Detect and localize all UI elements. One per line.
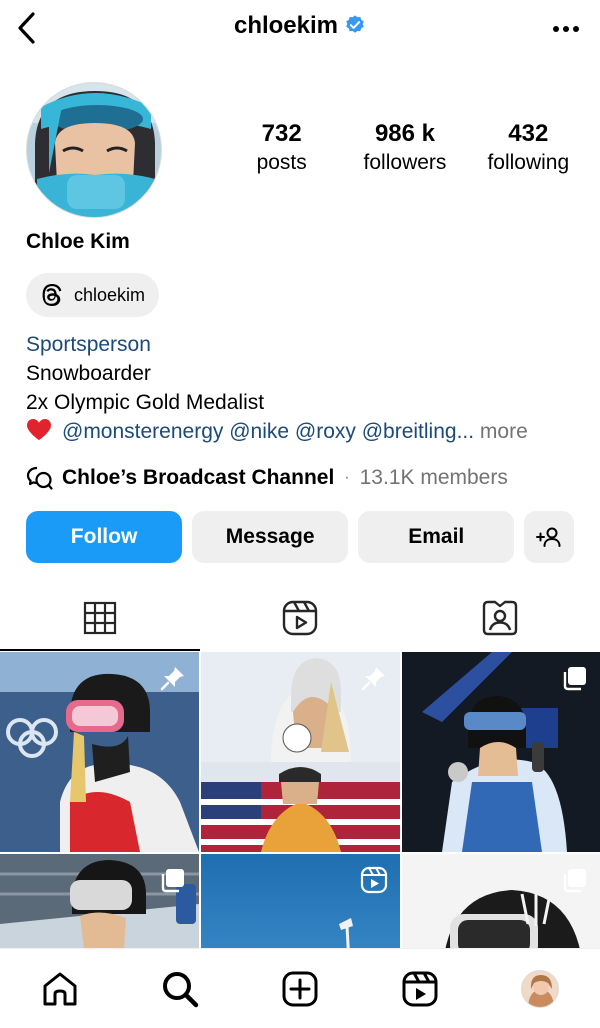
tab-reels[interactable] xyxy=(200,585,400,651)
following-count: 432 xyxy=(508,120,549,147)
profile-name: Chloe Kim xyxy=(26,230,130,253)
post-thumbnail[interactable] xyxy=(201,652,400,852)
profile-stats: 732 posts 986 k followers 432 following xyxy=(220,120,590,178)
stat-followers[interactable]: 986 k followers xyxy=(343,120,466,178)
suggested-users-button[interactable] xyxy=(524,511,574,563)
carousel-icon xyxy=(161,869,184,893)
carousel-icon xyxy=(563,667,586,691)
profile-avatar-small xyxy=(521,969,559,1008)
broadcast-members: 13.1K members xyxy=(359,466,508,489)
verified-badge-icon xyxy=(346,15,364,33)
broadcast-channel-link[interactable]: Chloe’s Broadcast Channel · 13.1K member… xyxy=(26,465,508,491)
tagged-icon xyxy=(482,600,518,636)
message-button[interactable]: Message xyxy=(192,511,349,563)
followers-label: followers xyxy=(363,151,447,174)
more-options-button[interactable] xyxy=(550,18,582,40)
profile-bio: Sportsperson Snowboarder 2x Olympic Gold… xyxy=(26,330,528,446)
profile-actions: Follow Message Email xyxy=(26,511,574,563)
nav-profile[interactable] xyxy=(510,959,570,1019)
nav-reels[interactable] xyxy=(390,959,450,1019)
tab-posts[interactable] xyxy=(0,585,200,651)
bio-more-link[interactable]: more xyxy=(474,420,528,443)
avatar-image xyxy=(27,83,161,217)
red-heart-icon xyxy=(27,419,51,440)
followers-count: 986 k xyxy=(374,120,436,147)
reel-icon xyxy=(360,866,388,894)
profile-tabs xyxy=(0,585,600,651)
bio-line-2: 2x Olympic Gold Medalist xyxy=(26,391,265,414)
post-thumbnail[interactable] xyxy=(402,652,600,852)
create-icon xyxy=(282,971,318,1006)
bio-line-3: @monsterenergy @nike @roxy @breitling...… xyxy=(26,417,528,446)
profile-username-header: chloekim xyxy=(0,12,600,40)
posts-label: posts xyxy=(256,151,307,174)
follow-button[interactable]: Follow xyxy=(26,511,183,563)
posts-count: 732 xyxy=(261,120,302,147)
nav-search[interactable] xyxy=(150,959,210,1019)
pin-icon xyxy=(160,667,184,691)
post-thumbnail[interactable] xyxy=(0,652,199,852)
profile-avatar[interactable] xyxy=(26,82,162,218)
home-icon xyxy=(43,972,77,1005)
stat-posts[interactable]: 732 posts xyxy=(220,120,343,178)
reels-icon xyxy=(402,971,438,1006)
carousel-icon xyxy=(563,869,586,893)
grid-icon xyxy=(83,601,117,635)
search-icon xyxy=(163,971,199,1007)
profile-category: Sportsperson xyxy=(26,333,151,356)
reels-icon xyxy=(282,600,318,636)
bio-mentions[interactable]: @monsterenergy @nike @roxy @breitling... xyxy=(62,420,474,443)
header-username: chloekim xyxy=(233,12,339,39)
nav-create[interactable] xyxy=(270,959,330,1019)
bio-line-1: Snowboarder xyxy=(26,362,151,385)
top-bar: chloekim xyxy=(0,0,600,58)
stat-following[interactable]: 432 following xyxy=(467,120,590,178)
threads-handle: chloekim xyxy=(74,284,146,305)
email-button[interactable]: Email xyxy=(358,511,515,563)
more-horizontal-icon xyxy=(553,26,579,32)
pin-icon xyxy=(361,667,385,691)
bottom-navigation xyxy=(0,948,600,1028)
broadcast-separator: · xyxy=(344,469,350,486)
following-label: following xyxy=(487,151,570,174)
threads-link[interactable]: chloekim xyxy=(26,273,160,317)
broadcast-title: Chloe’s Broadcast Channel xyxy=(62,466,335,489)
tab-tagged[interactable] xyxy=(400,585,600,651)
add-person-icon xyxy=(536,527,561,547)
threads-icon xyxy=(40,283,64,307)
nav-home[interactable] xyxy=(30,959,90,1019)
broadcast-channel-icon xyxy=(26,466,53,490)
